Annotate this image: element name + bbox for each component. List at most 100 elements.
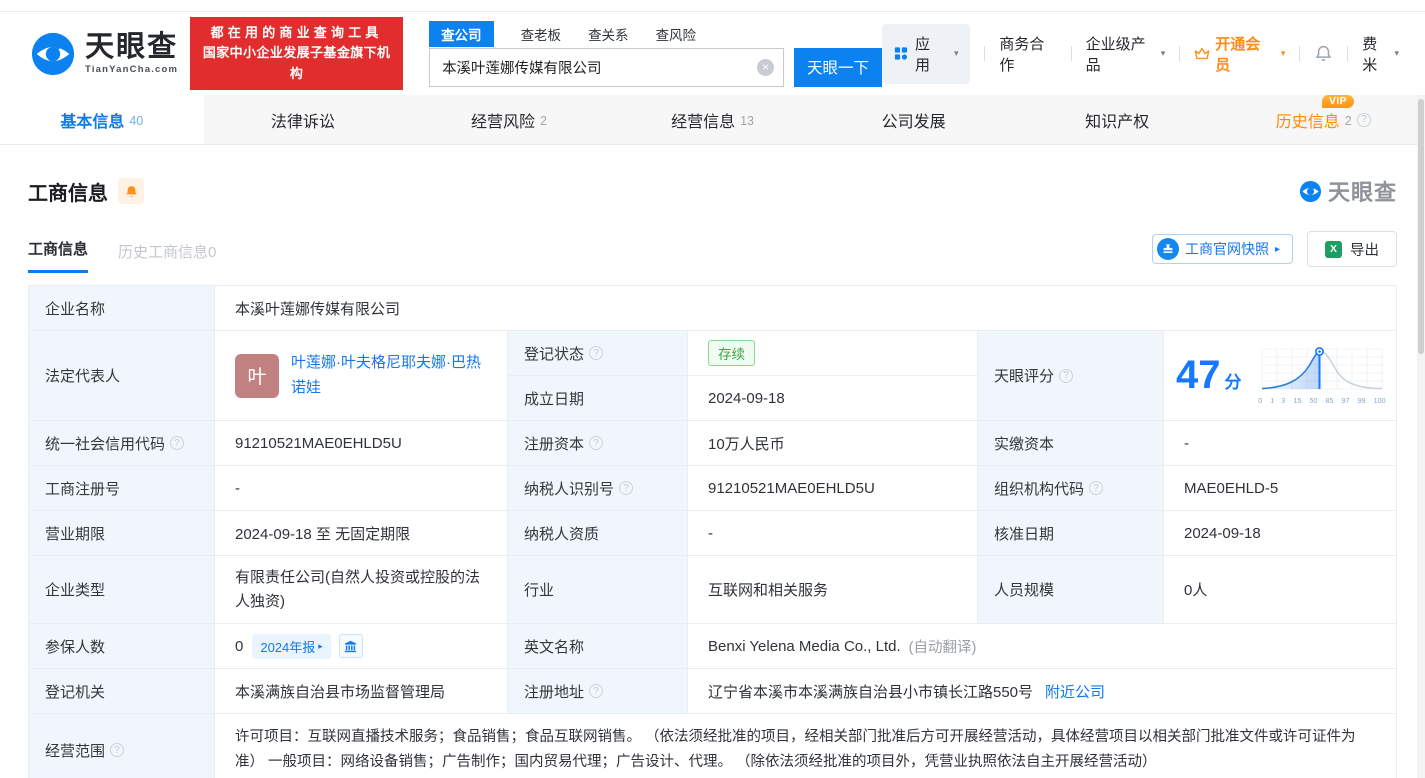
field-label-paid-capital: 实缴资本 (978, 421, 1164, 466)
tab-history-info[interactable]: 历史信息 VIP 2 ? (1221, 95, 1425, 144)
help-icon[interactable]: ? (170, 436, 184, 450)
tab-intellectual-property[interactable]: 知识产权 (1018, 95, 1222, 144)
field-label-business-term: 营业期限 (29, 511, 215, 556)
help-icon[interactable]: ? (1357, 113, 1371, 127)
field-value-business-term: 2024-09-18 至 无固定期限 (215, 511, 508, 556)
avatar[interactable]: 叶 (235, 354, 279, 398)
field-value-approval-date: 2024-09-18 (1164, 511, 1397, 556)
help-icon[interactable]: ? (1089, 481, 1103, 495)
help-icon[interactable]: ? (589, 684, 603, 698)
nav-enterprise-products[interactable]: 企业级产品 ▾ (1086, 33, 1166, 75)
registration-number: - (235, 480, 240, 497)
tianyancha-logo[interactable]: 天眼查 TianYanCha.com (30, 31, 178, 77)
search-tab-relation[interactable]: 查关系 (588, 24, 629, 44)
label-text: 组织机构代码 (994, 478, 1084, 499)
staff-size: 0人 (1184, 579, 1207, 600)
apps-menu[interactable]: 应用 ▾ (882, 24, 970, 84)
nearby-companies-link[interactable]: 附近公司 (1045, 681, 1105, 702)
annual-report-badge[interactable]: 2024年报 ▸ (252, 634, 330, 659)
scrollbar-thumb[interactable] (1418, 99, 1424, 354)
legal-representative-link[interactable]: 叶莲娜·叶夫格尼耶夫娜·巴热诺娃 (291, 351, 487, 401)
search-input[interactable] (429, 48, 784, 87)
subscribe-alert-button[interactable] (118, 178, 144, 204)
tab-count: 13 (740, 112, 754, 128)
field-label-legal-representative: 法定代表人 (29, 331, 215, 421)
field-value-tianyan-score[interactable]: 47 分 (1164, 331, 1397, 421)
nav-cooperation[interactable]: 商务合作 (999, 33, 1056, 75)
search-button[interactable]: 天眼一下 (794, 48, 882, 87)
nav-open-vip[interactable]: 开通会员 ▾ (1194, 33, 1285, 75)
nav-user-menu[interactable]: 费米 ▾ (1362, 33, 1399, 75)
subtab-history-registration[interactable]: 历史工商信息0 (118, 241, 216, 273)
help-icon[interactable]: ? (589, 346, 603, 360)
score-distribution-chart: 0 1 3 15 50 85 97 99 100 (1258, 347, 1388, 405)
tab-label-wrap: 历史信息 VIP (1276, 108, 1340, 132)
watermark-logo: 天眼查 (1299, 175, 1397, 207)
label-text: 行业 (524, 579, 554, 600)
field-value-registration-number: - (215, 466, 508, 511)
logo-title: 天眼查 (85, 32, 178, 62)
field-label-registration-number: 工商注册号 (29, 466, 215, 511)
tab-label: 基本信息 (60, 108, 124, 132)
field-label-registered-address: 注册地址 ? (508, 669, 688, 714)
taxpayer-id: 91210521MAE0EHLD5U (708, 480, 875, 497)
field-value-taxpayer-id: 91210521MAE0EHLD5U (688, 466, 978, 511)
field-value-credit-code: 91210521MAE0EHLD5U (215, 421, 508, 466)
tianyancha-logo-icon (1299, 180, 1322, 203)
tab-basic-info[interactable]: 基本信息 40 (0, 95, 204, 144)
search-tab-boss[interactable]: 查老板 (521, 24, 562, 44)
chevron-down-icon: ▾ (1161, 48, 1166, 59)
org-code: MAE0EHLD-5 (1184, 480, 1278, 497)
label-text: 经营范围 (45, 740, 105, 761)
scrollbar[interactable] (1417, 95, 1425, 778)
help-icon[interactable]: ? (619, 481, 633, 495)
search-tab-company[interactable]: 查公司 (429, 21, 494, 47)
field-label-company-name: 企业名称 (29, 286, 215, 331)
help-icon[interactable]: ? (110, 743, 124, 757)
export-button[interactable]: X 导出 (1307, 231, 1397, 267)
taxpayer-qualification: - (708, 525, 713, 542)
search-row: × 天眼一下 (429, 48, 882, 87)
field-label-business-scope: 经营范围 ? (29, 714, 215, 778)
field-label-taxpayer-qualification: 纳税人资质 (508, 511, 688, 556)
official-snapshot-button[interactable]: 工商官网快照 ▸ (1152, 234, 1293, 264)
label-text: 登记机关 (45, 681, 105, 702)
tab-business-info[interactable]: 经营信息 13 (611, 95, 815, 144)
label-text: 成立日期 (524, 388, 584, 409)
axis-tick: 100 (1373, 396, 1385, 404)
help-icon[interactable]: ? (1059, 369, 1073, 383)
registration-authority: 本溪满族自治县市场监督管理局 (235, 681, 445, 702)
nav-divider (984, 46, 985, 61)
notifications-button[interactable] (1314, 44, 1333, 63)
insured-count: 0 (235, 638, 243, 655)
field-value-registration-authority: 本溪满族自治县市场监督管理局 (215, 669, 508, 714)
search-block: 查公司 查老板 查关系 查风险 × 天眼一下 (429, 21, 882, 87)
tab-label: 知识产权 (1085, 108, 1149, 132)
label-text: 纳税人识别号 (524, 478, 614, 499)
registered-address: 辽宁省本溪市本溪满族自治县小市镇长江路550号 (708, 681, 1033, 702)
tab-company-development[interactable]: 公司发展 (814, 95, 1018, 144)
tab-legal-proceedings[interactable]: 法律诉讼 (204, 95, 408, 144)
label-text: 核准日期 (994, 523, 1054, 544)
main-content: 工商信息 天眼查 工商信息 历史工商信息0 (0, 175, 1425, 778)
search-tab-risk[interactable]: 查风险 (656, 24, 697, 44)
arrow-right-icon: ▸ (318, 641, 323, 652)
registered-capital: 10万人民币 (708, 433, 785, 454)
subtab-business-registration[interactable]: 工商信息 (28, 238, 88, 273)
nav-divider (1299, 46, 1300, 61)
axis-tick: 50 (1309, 396, 1317, 404)
field-value-company-type: 有限责任公司(自然人投资或控股的法人独资) (215, 556, 508, 624)
company-name: 本溪叶莲娜传媒有限公司 (235, 298, 400, 319)
tab-label: 经营风险 (471, 108, 535, 132)
clear-search-icon[interactable]: × (757, 59, 774, 76)
vip-badge: VIP (1322, 95, 1354, 108)
tab-operational-risk[interactable]: 经营风险 2 (407, 95, 611, 144)
help-icon[interactable]: ? (589, 436, 603, 450)
label-text: 英文名称 (524, 636, 584, 657)
field-label-registered-capital: 注册资本 ? (508, 421, 688, 466)
social-insurance-button[interactable] (339, 634, 363, 658)
subtab-row: 工商信息 历史工商信息0 工商官网快照 ▸ X 导出 (28, 231, 1397, 273)
label-text: 人员规模 (994, 579, 1054, 600)
field-value-registration-status: 存续 (688, 331, 978, 376)
business-term: 2024-09-18 至 无固定期限 (235, 523, 410, 544)
